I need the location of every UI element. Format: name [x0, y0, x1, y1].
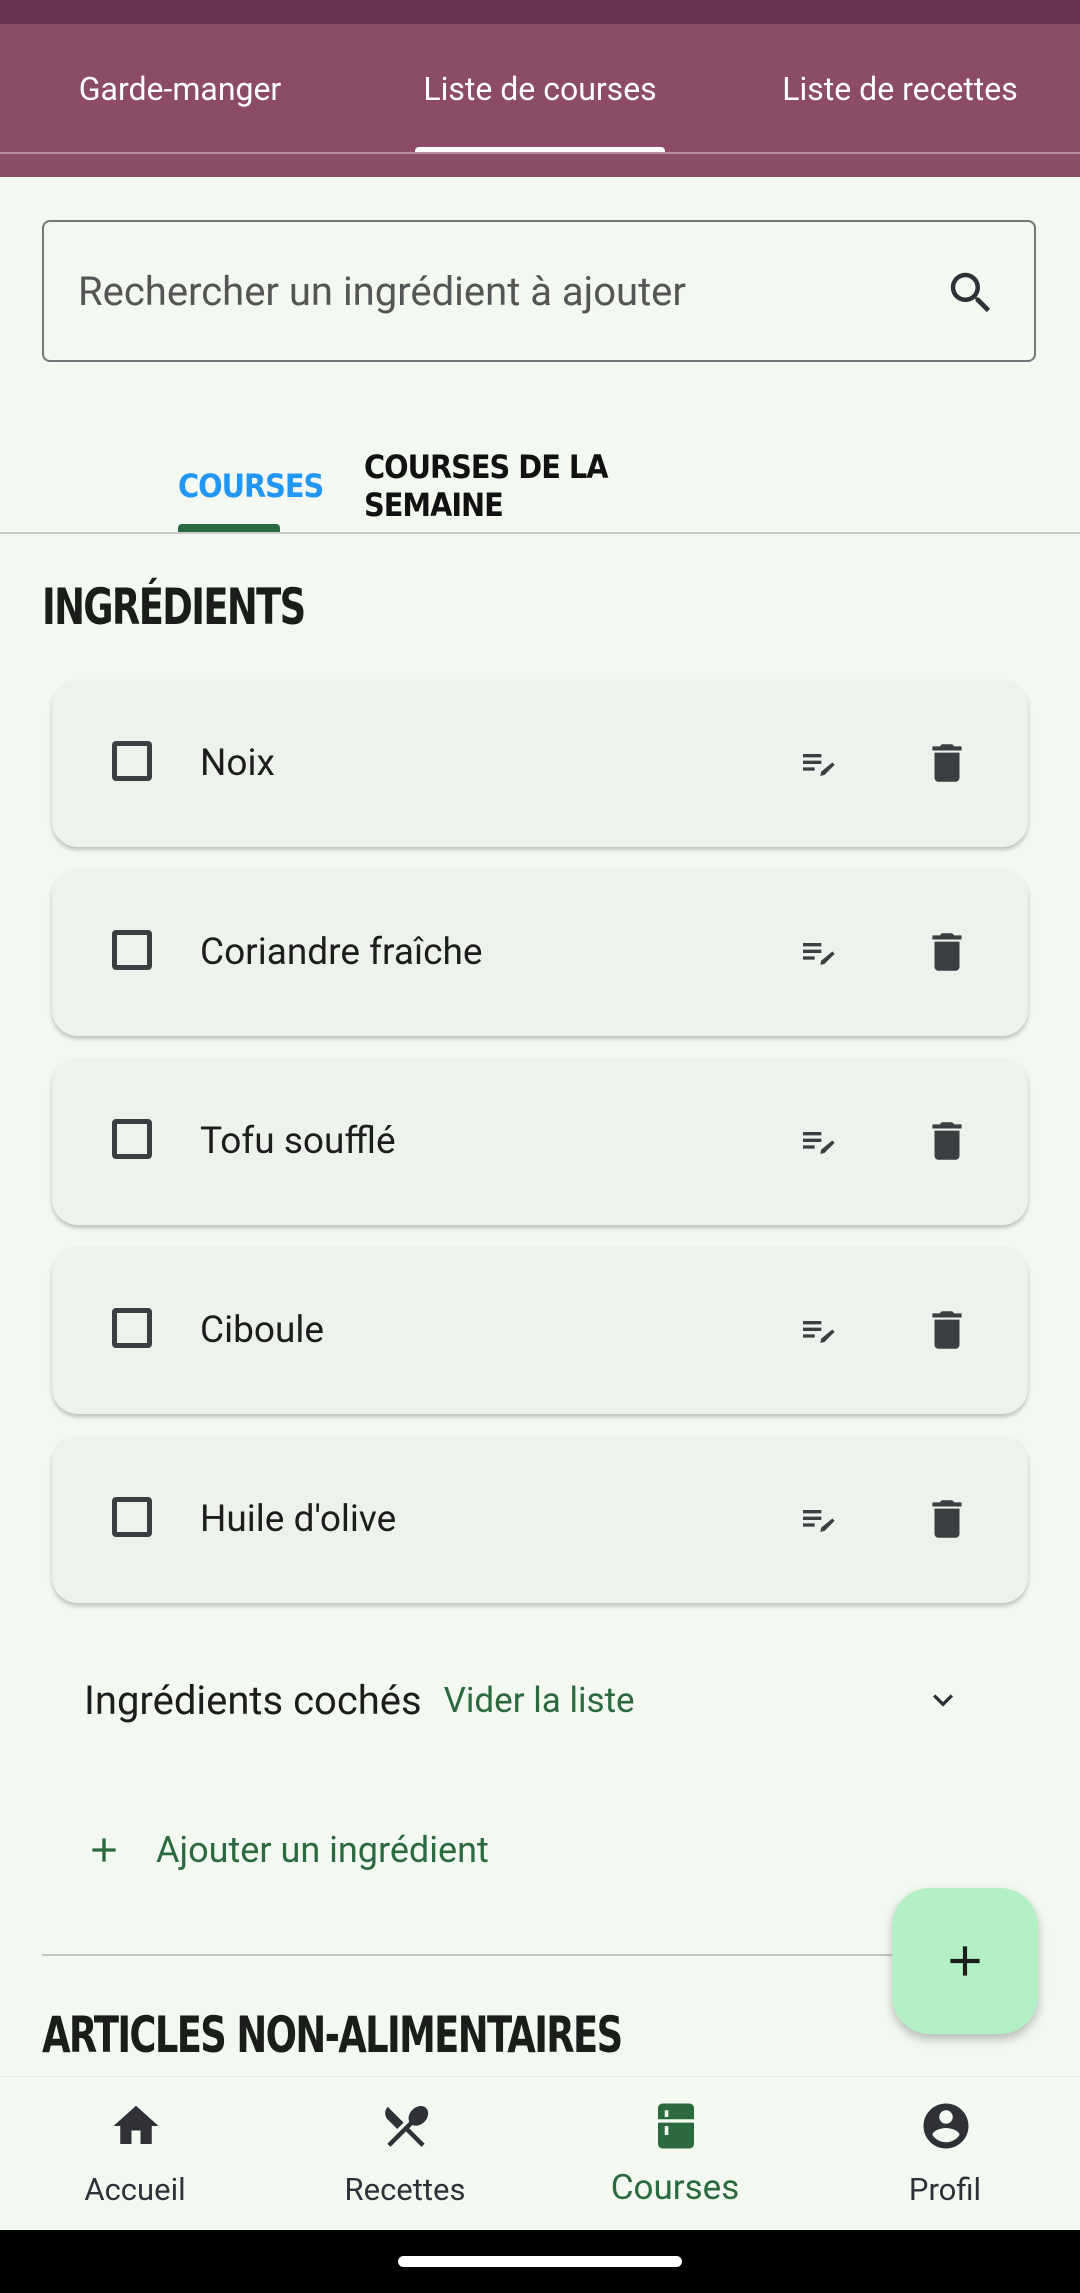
tab-shopping-list[interactable]: Liste de courses	[415, 24, 665, 154]
nav-label: Recettes	[344, 2171, 466, 2208]
tab-weekly-courses[interactable]: COURSES DE LA SEMAINE	[364, 440, 664, 532]
delete-icon[interactable]	[922, 1494, 972, 1544]
plus-icon	[92, 1838, 116, 1862]
tab-divider	[0, 152, 1080, 154]
tab-recipe-list[interactable]: Liste de recettes	[765, 24, 1035, 154]
bottom-navigation: Accueil Recettes Courses Profil	[0, 2076, 1080, 2231]
top-tab-bar: Garde-manger Liste de courses Liste de r…	[0, 24, 1080, 177]
fridge-icon	[658, 2103, 694, 2149]
active-tab-indicator	[178, 524, 280, 532]
tab-pantry[interactable]: Garde-manger	[50, 24, 310, 154]
nav-courses[interactable]: Courses	[540, 2077, 810, 2231]
nav-label: Profil	[908, 2171, 982, 2208]
ingredient-card: Ciboule	[52, 1247, 1028, 1414]
ingredient-name: Tofu soufflé	[200, 1120, 396, 1163]
section-divider	[42, 1954, 1036, 1956]
checked-ingredients-header: Ingrédients cochés Vider la liste	[84, 1655, 635, 1745]
plus-icon	[950, 1946, 980, 1976]
tab-label: Liste de courses	[423, 70, 657, 108]
tab-courses[interactable]: COURSES	[178, 440, 324, 532]
system-navigation-bar	[0, 2230, 1080, 2293]
search-input[interactable]	[76, 266, 940, 316]
search-field[interactable]	[42, 220, 1036, 362]
nav-profile[interactable]: Profil	[810, 2077, 1080, 2231]
clear-list-button[interactable]: Vider la liste	[444, 1680, 635, 1721]
edit-note-icon[interactable]	[798, 1311, 838, 1351]
tab-label: COURSES	[178, 467, 324, 505]
ingredient-checkbox[interactable]	[112, 930, 152, 970]
home-gesture-handle[interactable]	[398, 2256, 682, 2267]
delete-icon[interactable]	[922, 738, 972, 788]
delete-icon[interactable]	[922, 1305, 972, 1355]
sub-tab-divider	[0, 532, 1080, 534]
utensils-icon	[385, 2106, 429, 2147]
nav-label: Courses	[610, 2167, 740, 2208]
account-icon	[923, 2103, 969, 2149]
ingredient-card: Noix	[52, 680, 1028, 847]
tab-label: COURSES DE LA SEMAINE	[364, 448, 609, 524]
edit-note-icon[interactable]	[798, 744, 838, 784]
ingredient-name: Huile d'olive	[200, 1498, 397, 1541]
nav-recipes[interactable]: Recettes	[270, 2077, 540, 2231]
add-ingredient-button[interactable]: Ajouter un ingrédient	[84, 1810, 489, 1890]
nav-home[interactable]: Accueil	[0, 2077, 270, 2231]
tab-label: Liste de recettes	[782, 70, 1018, 108]
add-ingredient-label: Ajouter un ingrédient	[156, 1829, 489, 1871]
status-bar	[0, 0, 1080, 24]
nav-label: Accueil	[84, 2171, 186, 2208]
checked-ingredients-title: Ingrédients cochés	[84, 1676, 422, 1724]
ingredient-name: Noix	[200, 742, 275, 785]
edit-note-icon[interactable]	[798, 1500, 838, 1540]
delete-icon[interactable]	[922, 1116, 972, 1166]
ingredient-card: Huile d'olive	[52, 1436, 1028, 1603]
edit-note-icon[interactable]	[798, 1122, 838, 1162]
ingredient-checkbox[interactable]	[112, 1308, 152, 1348]
search-icon[interactable]	[944, 266, 998, 320]
sub-tab-bar: COURSES COURSES DE LA SEMAINE	[0, 440, 1080, 532]
delete-icon[interactable]	[922, 927, 972, 977]
ingredient-card: Tofu soufflé	[52, 1058, 1028, 1225]
tab-label: Garde-manger	[78, 70, 282, 108]
edit-note-icon[interactable]	[798, 933, 838, 973]
ingredients-heading: INGRÉDIENTS	[42, 578, 306, 636]
ingredient-checkbox[interactable]	[112, 741, 152, 781]
chevron-down-icon[interactable]	[918, 1680, 968, 1720]
ingredient-card: Coriandre fraîche	[52, 869, 1028, 1036]
add-fab[interactable]	[892, 1888, 1038, 2034]
ingredient-name: Coriandre fraîche	[200, 931, 483, 974]
ingredient-name: Ciboule	[200, 1309, 324, 1352]
ingredient-checkbox[interactable]	[112, 1497, 152, 1537]
ingredient-checkbox[interactable]	[112, 1119, 152, 1159]
non-food-heading: ARTICLES NON-ALIMENTAIRES	[42, 2006, 623, 2064]
home-icon	[113, 2105, 159, 2144]
